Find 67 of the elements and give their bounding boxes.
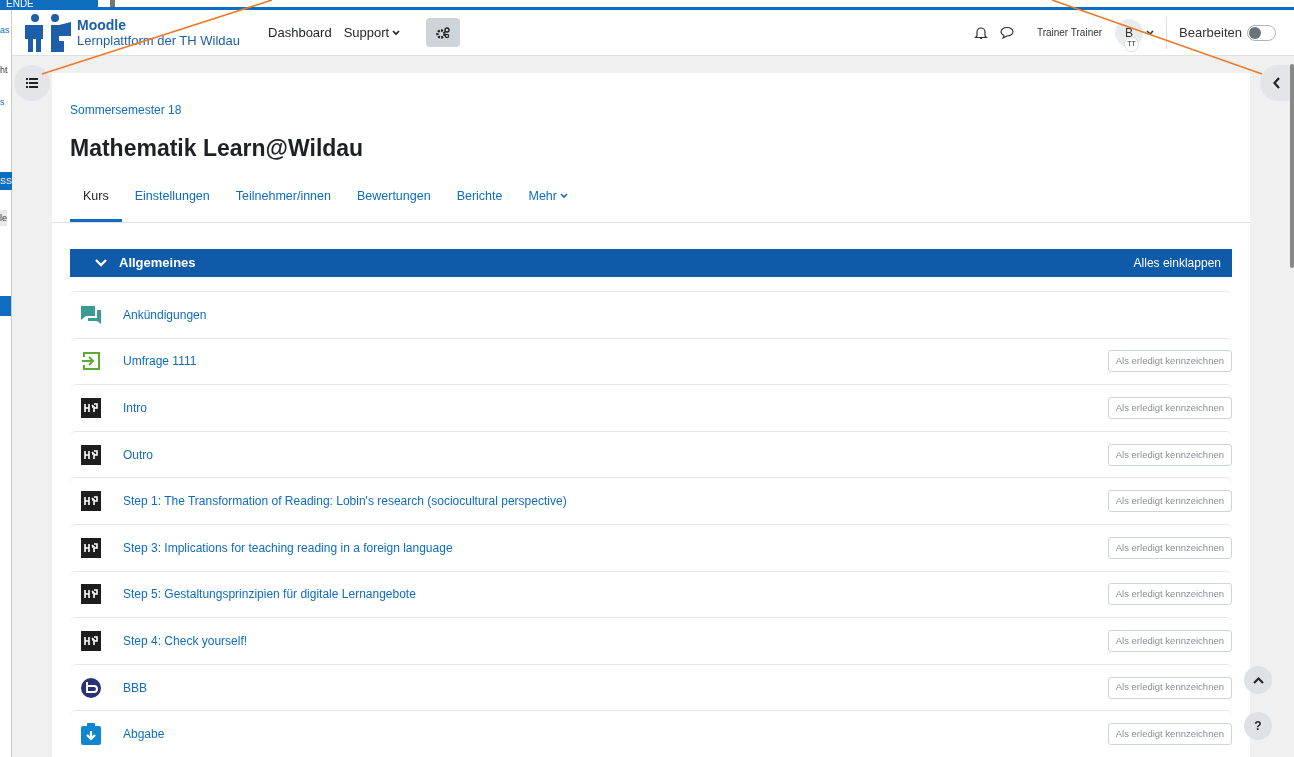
chat-bubble-icon[interactable]	[999, 26, 1014, 39]
reading-people-logo-icon	[24, 12, 74, 53]
chat-bubbles-icon	[80, 304, 102, 325]
highlight-bar	[0, 296, 11, 316]
b-circle-logo-icon	[80, 676, 102, 699]
edit-mode-label: Bearbeiten	[1179, 23, 1242, 42]
user-name: Trainer Trainer	[1036, 26, 1103, 40]
text-fragment: as	[0, 24, 10, 36]
chevron-icon	[95, 259, 107, 268]
enter-arrow-icon	[81, 351, 101, 372]
nav-link[interactable]: Support	[343, 22, 401, 43]
h5p-logo-icon	[81, 398, 101, 419]
course-tab[interactable]: Teilnehmer/innen	[222, 182, 344, 223]
activity-link[interactable]: Outro	[123, 445, 153, 464]
course-category[interactable]: Sommersemester 18	[70, 101, 1232, 119]
h5p-logo-icon	[81, 584, 101, 605]
nav-link[interactable]: Dashboard	[268, 22, 332, 43]
list-icon	[26, 78, 38, 88]
activity-link[interactable]: Step 1: The Transformation of Reading: Lobin's research (sociocultural perspective)	[123, 492, 567, 511]
scrollbar-thumb[interactable]	[110, 0, 115, 7]
clipboard-download-icon	[81, 723, 101, 746]
course-tab[interactable]: Einstellungen	[121, 182, 223, 223]
chevron-up-icon	[1252, 676, 1264, 684]
brand-title: Moodle	[77, 16, 127, 33]
mark-done-button[interactable]: Als erledigt kennzeichnen	[1107, 583, 1232, 606]
section-title: Allgemeines	[119, 254, 196, 273]
caret-icon	[1146, 29, 1155, 36]
mark-done-button[interactable]: Als erledigt kennzeichnen	[1107, 723, 1232, 746]
course-title: Mathematik Learn@Wildau	[70, 134, 365, 163]
activity-link[interactable]: Step 5: Gestaltungsprinzipien für digitale Lernangebote	[123, 585, 416, 604]
activity-link[interactable]: Intro	[123, 399, 147, 418]
brand-subtitle: Lernplattform der TH Wildau	[77, 32, 241, 49]
chevron-left-icon	[1273, 77, 1281, 89]
course-tab[interactable]: Mehr	[515, 182, 581, 223]
mark-done-button[interactable]: Als erledigt kennzeichnen	[1107, 676, 1232, 699]
text-fragment: s	[0, 96, 5, 108]
activity-link[interactable]: Step 4: Check yourself!	[123, 632, 248, 650]
text-fragment: SS	[0, 172, 12, 190]
course-tab[interactable]: Kurs	[70, 182, 122, 223]
mark-done-button[interactable]: Als erledigt kennzeichnen	[1107, 630, 1232, 652]
mark-done-button[interactable]: Als erledigt kennzeichnen	[1107, 350, 1232, 373]
h5p-logo-icon	[81, 631, 101, 651]
course-index-button[interactable]	[14, 65, 50, 101]
gears-icon	[436, 26, 451, 39]
scrollbar-thumb[interactable]	[1290, 64, 1294, 268]
activity-link[interactable]: Abgabe	[123, 725, 165, 744]
admin-gear-button[interactable]	[426, 18, 461, 47]
course-tab[interactable]: Bewertungen	[343, 182, 444, 223]
bell-icon[interactable]	[973, 25, 988, 40]
window-tab[interactable]: ENDE	[0, 0, 98, 7]
collapse-all-link[interactable]: Alles einklappen	[1133, 254, 1221, 273]
mark-done-button[interactable]: Als erledigt kennzeichnen	[1107, 536, 1232, 559]
h5p-logo-icon	[81, 491, 101, 512]
activity-link[interactable]: Ankündigungen	[123, 305, 207, 324]
edit-mode-switch[interactable]	[1247, 24, 1276, 41]
mark-done-button[interactable]: Als erledigt kennzeichnen	[1107, 490, 1232, 513]
h5p-logo-icon	[81, 537, 101, 558]
section-header[interactable]: Allgemeines Alles einklappen	[70, 249, 1232, 278]
text-fragment: ht	[0, 64, 8, 76]
activity-link[interactable]: Step 3: Implications for teaching reading in a foreign language	[123, 538, 453, 557]
h5p-logo-icon	[81, 444, 101, 465]
activity-link[interactable]: Umfrage 1111	[123, 352, 197, 371]
course-tab[interactable]: Berichte	[443, 182, 516, 223]
mark-done-button[interactable]: Als erledigt kennzeichnen	[1107, 443, 1232, 466]
activity-link[interactable]: BBB	[123, 678, 147, 697]
mark-done-button[interactable]: Als erledigt kennzeichnen	[1107, 397, 1232, 420]
text-fragment: le	[0, 210, 7, 226]
